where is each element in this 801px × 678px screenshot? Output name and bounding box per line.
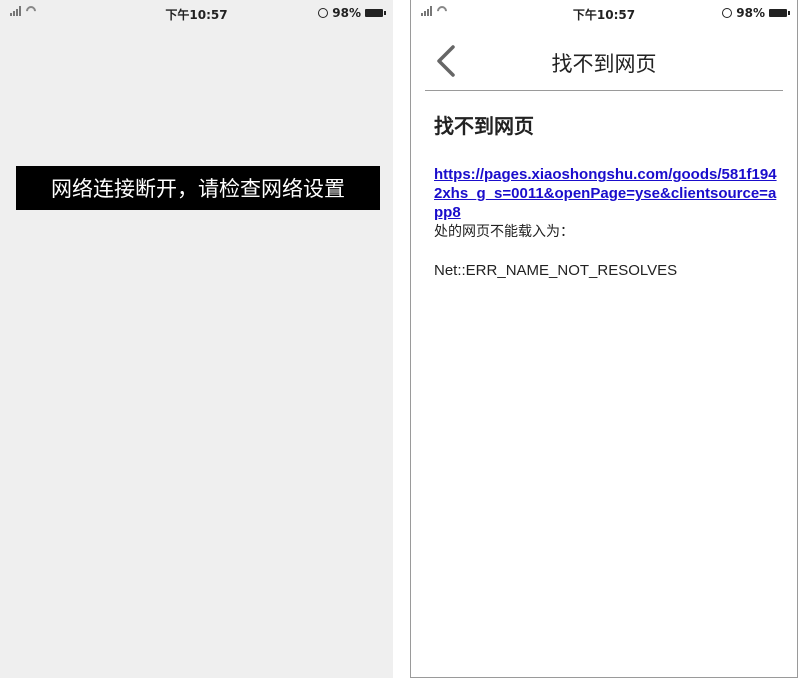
page-title: 找不到网页: [551, 52, 657, 76]
right-screen: 下午10:57 98% 找不到网页 找不到网页 https://pages.xi…: [410, 0, 798, 678]
alarm-icon: [722, 8, 733, 18]
network-toast: 网络连接断开，请检查网络设置: [16, 166, 380, 210]
error-heading: 找不到网页: [434, 114, 534, 138]
alarm-icon: [318, 8, 329, 18]
error-code: Net::ERR_NAME_NOT_RESOLVES: [434, 262, 678, 279]
battery-percent: 98%: [332, 6, 361, 20]
nav-bar: 找不到网页: [411, 28, 797, 90]
battery-icon: [365, 9, 386, 17]
battery-icon: [769, 9, 790, 17]
battery-percent: 98%: [736, 6, 765, 20]
left-screen: 下午10:57 98% 网络连接断开，请检查网络设置: [0, 0, 393, 678]
nav-divider: [425, 90, 783, 91]
status-bar: 下午10:57 98%: [0, 0, 393, 28]
error-url-link[interactable]: https://pages.xiaoshongshu.com/goods/581…: [434, 165, 784, 222]
error-description: 处的网页不能载入为：: [434, 224, 574, 240]
error-content: 找不到网页 https://pages.xiaoshongshu.com/goo…: [434, 110, 784, 279]
status-bar: 下午10:57 98%: [411, 0, 797, 28]
